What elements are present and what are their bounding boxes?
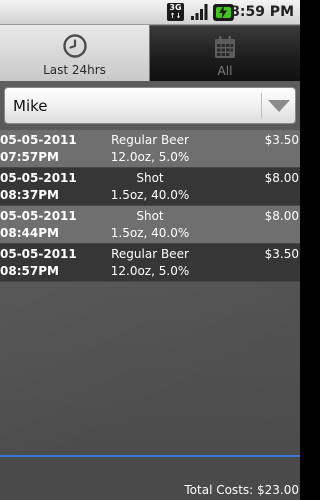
- status-time: 8:59 PM: [230, 4, 294, 20]
- network-type-label: 3G: [169, 3, 182, 12]
- drink-cost: $3.50: [264, 133, 299, 147]
- tab-all[interactable]: All: [150, 25, 300, 81]
- drink-cost: $3.50: [264, 247, 299, 261]
- drink-row[interactable]: 05-05-2011 08:57PM Regular Beer 12.0oz, …: [0, 244, 300, 282]
- total-costs: Total Costs: $23.00: [184, 483, 299, 497]
- spinner-divider: [261, 93, 262, 118]
- app-screen: 3G ↑↓ 8:59 PM Last 24hrs All Mike 05-05-…: [0, 0, 300, 500]
- drink-row[interactable]: 05-05-2011 08:44PM Shot 1.5oz, 40.0% $8.…: [0, 206, 300, 244]
- drink-amount: 12.0oz, 5.0%: [110, 150, 190, 164]
- drink-row[interactable]: 05-05-2011 08:37PM Shot 1.5oz, 40.0% $8.…: [0, 168, 300, 206]
- tab-bar: Last 24hrs All: [0, 25, 300, 81]
- drink-amount: 1.5oz, 40.0%: [110, 188, 190, 202]
- drink-cost: $8.00: [264, 171, 299, 185]
- drink-amount: 1.5oz, 40.0%: [110, 226, 190, 240]
- 3g-icon: 3G ↑↓: [167, 3, 184, 21]
- content-area: Mike 05-05-2011 07:57PM Regular Beer 12.…: [0, 81, 300, 455]
- tab-label: All: [217, 64, 233, 78]
- tab-label: Last 24hrs: [43, 63, 106, 77]
- drink-amount: 12.0oz, 5.0%: [110, 264, 190, 278]
- drink-type: Shot: [136, 171, 164, 185]
- status-bar: 3G ↑↓ 8:59 PM: [0, 0, 300, 25]
- footer-bar: Total Costs: $23.00: [0, 455, 300, 500]
- footer-divider: [0, 455, 300, 457]
- selected-person: Mike: [13, 97, 48, 115]
- data-arrows-icon: ↑↓: [169, 12, 182, 20]
- signal-strength-icon: [191, 4, 208, 20]
- drink-row[interactable]: 05-05-2011 07:57PM Regular Beer 12.0oz, …: [0, 130, 300, 168]
- drink-cost: $8.00: [264, 209, 299, 223]
- tab-last-24hrs[interactable]: Last 24hrs: [0, 25, 150, 81]
- calendar-icon: [215, 36, 235, 58]
- drink-type: Shot: [136, 209, 164, 223]
- drink-list: 05-05-2011 07:57PM Regular Beer 12.0oz, …: [0, 130, 300, 282]
- person-dropdown[interactable]: Mike: [4, 87, 296, 124]
- dropdown-arrow-icon: [268, 100, 290, 112]
- clock-icon: [63, 34, 87, 58]
- drink-type: Regular Beer: [111, 133, 189, 147]
- drink-type: Regular Beer: [111, 247, 189, 261]
